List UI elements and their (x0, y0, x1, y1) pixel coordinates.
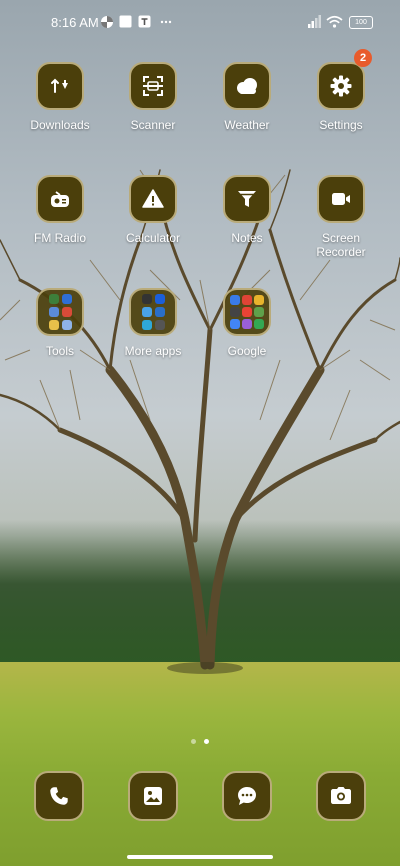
gallery-icon (128, 771, 178, 821)
dock-camera[interactable] (291, 771, 391, 821)
folder-google[interactable]: Google (197, 288, 297, 358)
wifi-icon (326, 15, 343, 31)
folder-preview (36, 288, 84, 336)
warning-icon (129, 175, 177, 223)
mini-app-icon (230, 295, 240, 305)
more-dots-icon (160, 15, 172, 31)
mini-app-icon (242, 307, 252, 317)
mini-app-icon (48, 307, 59, 317)
app-scanner[interactable]: Scanner (103, 62, 203, 132)
message-icon (222, 771, 272, 821)
funnel-icon (223, 175, 271, 223)
notification-badge: 2 (354, 49, 372, 67)
folder-preview (129, 288, 177, 336)
battery-level: 100 (355, 19, 367, 26)
mini-app-icon (254, 295, 264, 305)
mini-app-icon (154, 294, 165, 304)
mini-app-icon (230, 319, 240, 329)
app-weather[interactable]: Weather (197, 62, 297, 132)
dock-gallery[interactable] (103, 771, 203, 821)
folder-label: More apps (124, 344, 182, 358)
mini-app-icon (154, 320, 165, 330)
mini-app-icon (61, 294, 72, 304)
mini-app-icon (242, 295, 252, 305)
app-label: Weather (224, 118, 270, 132)
home-indicator-bar[interactable] (127, 855, 273, 859)
mini-app-icon (48, 294, 59, 304)
folder-label: Tools (45, 344, 74, 358)
folder-more-apps[interactable]: More apps (103, 288, 203, 358)
mini-app-icon (141, 320, 152, 330)
mini-app-icon (141, 294, 152, 304)
page-dot-active[interactable] (204, 739, 209, 744)
app-label: Calculator (125, 231, 181, 245)
folder-preview (223, 288, 271, 336)
t-notification-icon (138, 15, 151, 31)
battery-icon: 100 (349, 16, 373, 29)
app-label: Screen Recorder (316, 231, 366, 259)
camera-icon (316, 771, 366, 821)
app-downloads[interactable]: Downloads (10, 62, 110, 132)
page-indicator[interactable] (0, 731, 400, 749)
mini-app-icon (254, 319, 264, 329)
folder-tools[interactable]: Tools (10, 288, 110, 358)
page-dot[interactable] (191, 739, 196, 744)
dock-messages[interactable] (197, 771, 297, 821)
mini-app-icon (230, 307, 240, 317)
mini-app-icon (61, 320, 72, 330)
app-fm-radio[interactable]: FM Radio (10, 175, 110, 245)
mini-app-icon (242, 319, 252, 329)
pinwheel-icon (100, 15, 114, 32)
status-bar: 8:16 AM 100 (0, 0, 400, 44)
app-screen-recorder[interactable]: Screen Recorder (291, 175, 391, 259)
phone-icon (34, 771, 84, 821)
mini-app-icon (154, 307, 165, 317)
radio-icon (36, 175, 84, 223)
app-notes[interactable]: Notes (197, 175, 297, 245)
video-camera-icon (317, 175, 365, 223)
scanner-icon (129, 62, 177, 110)
mini-app-icon (254, 307, 264, 317)
mini-app-icon (48, 320, 59, 330)
app-label: FM Radio (33, 231, 86, 245)
gear-icon (317, 62, 365, 110)
app-calculator[interactable]: Calculator (103, 175, 203, 245)
folder-label: Google (227, 344, 267, 358)
app-settings[interactable]: 2 Settings (291, 49, 391, 132)
dock-phone[interactable] (9, 771, 109, 821)
app-label: Settings (319, 118, 363, 132)
cloud-icon (223, 62, 271, 110)
downloads-icon (36, 62, 84, 110)
mini-app-icon (141, 307, 152, 317)
mini-app-icon (61, 307, 72, 317)
square-notification-icon (119, 15, 132, 31)
status-time: 8:16 AM (51, 15, 99, 30)
signal-icon (308, 15, 322, 31)
app-label: Downloads (30, 118, 90, 132)
app-label: Notes (231, 231, 263, 245)
app-label: Scanner (130, 118, 176, 132)
